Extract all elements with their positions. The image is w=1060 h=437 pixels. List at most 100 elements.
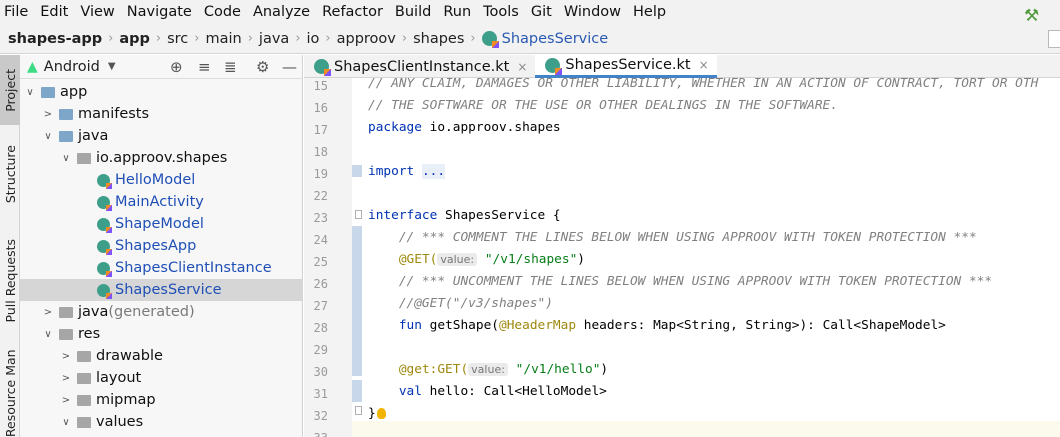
tree-item[interactable]: > drawable (20, 345, 303, 367)
menu-item-run[interactable]: Run (439, 4, 471, 20)
chevron-down-icon[interactable]: ∨ (42, 131, 54, 142)
string-literal: "/v1/shapes" (484, 252, 578, 267)
change-marker (352, 380, 362, 402)
code-text: hello: Call<HelloModel> (421, 384, 607, 399)
chevron-right-icon[interactable]: > (60, 373, 72, 384)
line-number: 29 (313, 343, 328, 357)
line-number: 18 (313, 145, 328, 159)
hammer-icon[interactable]: ⚒ (1024, 6, 1039, 26)
breadcrumb-item[interactable]: io (307, 31, 320, 47)
tree-item[interactable]: HelloModel (20, 169, 303, 191)
tree-item-label: ShapeModel (115, 216, 204, 232)
editor-tab[interactable]: ShapesClientInstance.kt × (304, 55, 535, 78)
locate-icon[interactable]: ⊕ (170, 58, 183, 76)
breadcrumb-item[interactable]: shapes-app (8, 31, 102, 47)
chevron-right-icon[interactable]: > (60, 351, 72, 362)
code-line-15: // ANY CLAIM, DAMAGES OR OTHER LIABILITY… (368, 76, 1039, 91)
breadcrumb-label: approov (336, 30, 396, 47)
gear-icon[interactable]: ⚙ (256, 58, 269, 76)
chevron-right-icon[interactable]: > (42, 307, 54, 318)
tree-item[interactable]: > manifests (20, 103, 303, 125)
tree-item[interactable]: MainActivity (20, 191, 303, 213)
editor-tab[interactable]: ShapesService.kt × (535, 55, 717, 78)
fold-toggle-icon[interactable] (355, 406, 362, 415)
editor-tabs: ShapesClientInstance.kt × ShapesService.kt… (304, 55, 1060, 78)
annotation: @GET( (398, 252, 438, 267)
tree-item[interactable]: > mipmap (20, 389, 303, 411)
menu-item-help[interactable]: Help (629, 4, 666, 20)
breadcrumb-item[interactable]: main (205, 31, 241, 47)
tree-item[interactable]: ∨ app (20, 81, 303, 103)
menu-item-git[interactable]: Git (527, 4, 552, 20)
chevron-right-icon[interactable]: > (42, 109, 54, 120)
fold-toggle-icon[interactable] (355, 210, 362, 219)
menu-item-file[interactable]: File (0, 4, 28, 20)
folded-imports[interactable]: ... (421, 164, 446, 179)
menu-item-window[interactable]: Window (560, 4, 621, 20)
breadcrumb-separator-icon: › (295, 31, 301, 46)
folder-icon (77, 152, 91, 164)
kotlin-class-icon (97, 195, 112, 211)
tab-pull-requests[interactable]: Pull Requests (0, 233, 20, 329)
tab-resource-manager[interactable]: Resource Manager (0, 349, 20, 437)
view-mode-selector[interactable]: Android (44, 59, 100, 75)
tab-project[interactable]: Project (0, 55, 20, 125)
run-config-box[interactable] (1048, 30, 1060, 48)
chevron-down-icon[interactable]: ∨ (24, 87, 36, 98)
tree-item[interactable]: ShapesClientInstance (20, 257, 303, 279)
tree-item[interactable]: ∨ java (20, 125, 303, 147)
project-toolbar: ▲ Android ▼ ⊕ ≡ ≣ ⚙ — (20, 55, 302, 79)
menu-item-tools[interactable]: Tools (479, 4, 519, 20)
hide-icon[interactable]: — (282, 58, 297, 76)
line-number: 27 (313, 299, 328, 313)
kotlin-interface-icon (481, 31, 499, 48)
tree-item[interactable]: ∨ res (20, 323, 303, 345)
tree-item[interactable]: > java (generated) (20, 301, 303, 323)
chevron-right-icon[interactable]: > (60, 395, 72, 406)
breadcrumb-item[interactable]: java (259, 31, 289, 47)
tab-structure[interactable]: Structure (0, 139, 20, 209)
tree-item[interactable]: > layout (20, 367, 303, 389)
lightbulb-icon[interactable] (376, 408, 386, 419)
chevron-down-icon[interactable]: ∨ (60, 153, 72, 164)
chevron-down-icon[interactable]: ∨ (42, 329, 54, 340)
code-text: ) (577, 252, 586, 267)
menu-item-code[interactable]: Code (200, 4, 241, 20)
menu-item-build[interactable]: Build (391, 4, 431, 20)
menu-item-analyze[interactable]: Analyze (249, 4, 310, 20)
collapse-all-icon[interactable]: ≣ (224, 58, 237, 76)
folder-icon (77, 350, 91, 362)
close-icon[interactable]: × (517, 60, 527, 74)
kotlin-class-icon (97, 217, 112, 233)
chevron-down-icon[interactable]: ∨ (60, 417, 72, 428)
chevron-down-icon[interactable]: ▼ (108, 61, 116, 72)
menu-item-view[interactable]: View (76, 4, 114, 20)
tree-item[interactable]: ∨ values (20, 411, 303, 433)
line-number: 26 (313, 277, 328, 291)
close-icon[interactable]: × (699, 58, 709, 72)
breadcrumb-item[interactable]: src (167, 31, 188, 47)
breadcrumb-item[interactable]: approov (337, 31, 396, 47)
param-hint: value: (468, 363, 508, 376)
tree-item[interactable]: ShapesService (20, 279, 303, 301)
folder-icon (59, 130, 73, 142)
folder-icon (59, 328, 73, 340)
tree-item-suffix: (generated) (108, 304, 195, 320)
code-line-16: // THE SOFTWARE OR THE USE OR OTHER DEAL… (368, 98, 838, 113)
breadcrumb-item[interactable]: app (119, 31, 150, 47)
menu-item-refactor[interactable]: Refactor (318, 4, 383, 20)
tree-item[interactable]: ShapesApp (20, 235, 303, 257)
change-marker (352, 226, 362, 376)
menu-item-edit[interactable]: Edit (36, 4, 68, 20)
breadcrumb-item[interactable]: ShapesService (481, 31, 608, 48)
menu-item-navigate[interactable]: Navigate (123, 4, 192, 20)
breadcrumb-item[interactable]: shapes (413, 31, 464, 47)
code-line-27: //@GET("/v3/shapes") (368, 296, 553, 311)
kotlin-object-icon (97, 261, 112, 277)
tree-item[interactable]: ∨ io.approov.shapes (20, 147, 303, 169)
breadcrumb-label: shapes (413, 30, 465, 47)
tree-item-label: ShapesService (115, 282, 222, 298)
tree-item[interactable]: ShapeModel (20, 213, 303, 235)
code-line-24: // *** COMMENT THE LINES BELOW WHEN USIN… (368, 230, 977, 245)
expand-all-icon[interactable]: ≡ (198, 58, 211, 76)
